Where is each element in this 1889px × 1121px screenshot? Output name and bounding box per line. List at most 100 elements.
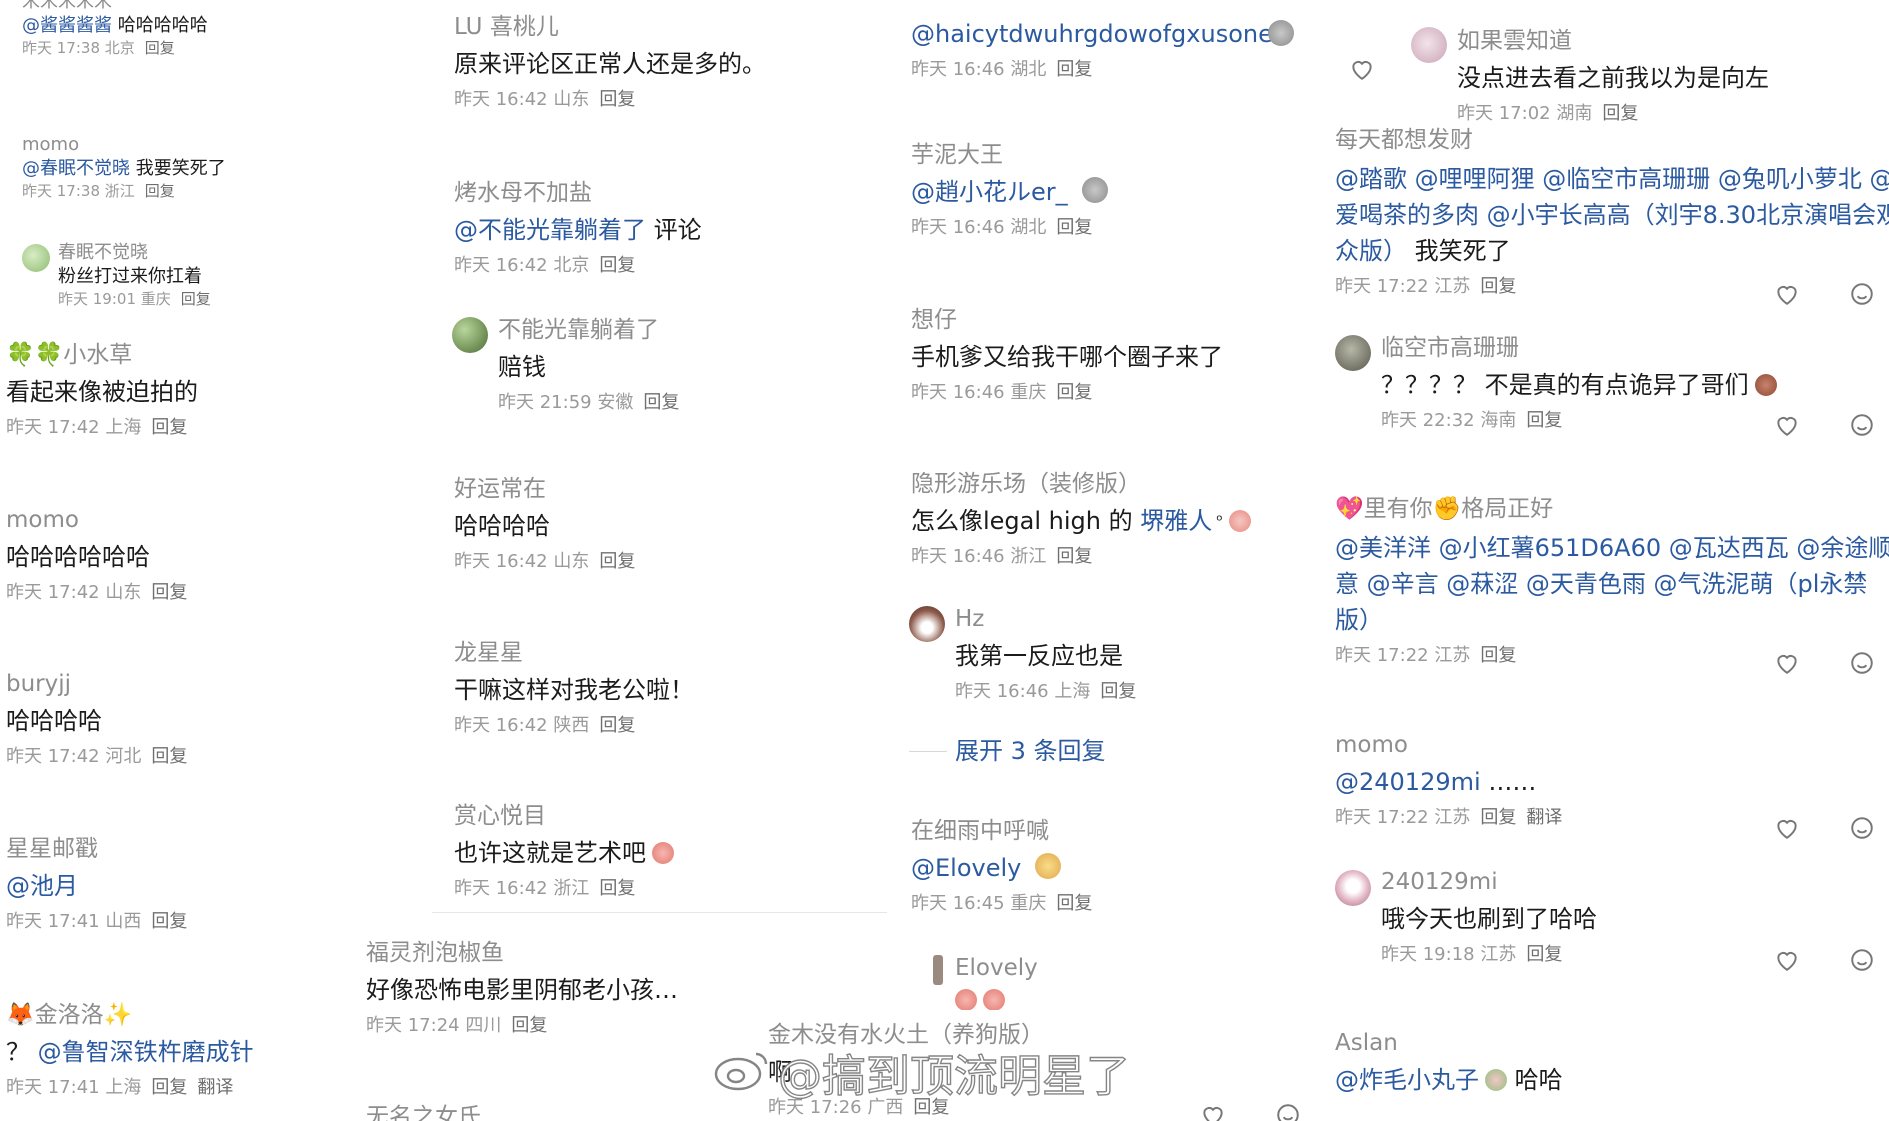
comment-emoji-icon[interactable] bbox=[1849, 281, 1875, 307]
comment-username[interactable]: 隐形游乐场（装修版） bbox=[911, 469, 1251, 499]
translate-button[interactable]: 翻译 bbox=[197, 1077, 233, 1098]
comment-username[interactable]: 春眠不觉晓 bbox=[58, 241, 211, 265]
like-icon[interactable] bbox=[1774, 650, 1800, 676]
mention-link[interactable]: 堺雅人 bbox=[1140, 507, 1212, 535]
comment-username[interactable]: 💖里有你✊格局正好 bbox=[1335, 494, 1889, 524]
comment-time-location: 昨天 16:42 浙江 bbox=[454, 878, 590, 899]
reply-button[interactable]: 回复 bbox=[1056, 217, 1092, 238]
avatar[interactable] bbox=[933, 955, 943, 985]
mention-link[interactable]: @酱酱酱酱 bbox=[22, 15, 112, 36]
comment-text: 赔钱 bbox=[498, 353, 546, 381]
comment-username[interactable]: 🍀🍀小水草 bbox=[6, 340, 198, 370]
comment-username[interactable]: 不能光靠躺着了 bbox=[498, 315, 679, 345]
reply-button[interactable]: 回复 bbox=[511, 1015, 547, 1036]
reply-button[interactable]: 回复 bbox=[145, 39, 175, 57]
comment-text: 哈哈 bbox=[1514, 1066, 1563, 1094]
reply-button[interactable]: 回复 bbox=[151, 746, 187, 767]
avatar[interactable] bbox=[1411, 27, 1447, 63]
reply-button[interactable]: 回复 bbox=[1480, 276, 1516, 297]
reply-button[interactable]: 回复 bbox=[181, 290, 211, 308]
comment-username[interactable]: momo bbox=[6, 505, 187, 535]
comment-username[interactable]: LU 喜桃儿 bbox=[454, 12, 766, 42]
comment-username[interactable]: Hz bbox=[955, 604, 1136, 634]
like-icon[interactable] bbox=[1349, 56, 1375, 82]
comment-emoji-icon[interactable] bbox=[1849, 650, 1875, 676]
comment-username[interactable]: 芋泥大王 bbox=[911, 140, 1108, 170]
comment-username[interactable]: momo bbox=[22, 133, 226, 157]
mention-link[interactable]: @趙小花ルer_ bbox=[911, 178, 1068, 206]
reply-button[interactable]: 回复 bbox=[643, 392, 679, 413]
emoji-icon bbox=[652, 842, 674, 864]
reply-button[interactable]: 回复 bbox=[1056, 382, 1092, 403]
avatar[interactable] bbox=[1335, 870, 1371, 906]
comment-username[interactable]: 星星邮戳 bbox=[6, 834, 187, 864]
avatar[interactable] bbox=[22, 244, 50, 272]
reply-item: 临空市高珊珊 ？？？？ 不是真的有点诡异了哥们 昨天 22:32 海南 回复 bbox=[1381, 333, 1777, 433]
reply-button[interactable]: 回复 bbox=[1056, 893, 1092, 914]
mention-link[interactable]: @炸毛小丸子 bbox=[1335, 1066, 1479, 1094]
expand-replies-button[interactable]: 展开 3 条回复 bbox=[955, 735, 1106, 767]
comment-username[interactable]: 无名之女氏 bbox=[366, 1102, 481, 1121]
comment-username[interactable]: 每天都想发财 bbox=[1335, 125, 1889, 155]
reply-button[interactable]: 回复 bbox=[1602, 103, 1638, 122]
mention-link[interactable]: @haicytdwuhrgdowofgxusone bbox=[911, 18, 1273, 50]
comment-time-location: 昨天 16:46 浙江 bbox=[911, 546, 1047, 567]
comment-username[interactable]: 想仔 bbox=[911, 305, 1223, 335]
mention-link[interactable]: @池月 bbox=[6, 870, 187, 902]
reply-button[interactable]: 回复 bbox=[1526, 410, 1562, 431]
avatar[interactable] bbox=[452, 317, 488, 353]
reply-button[interactable]: 回复 bbox=[1480, 645, 1516, 666]
comment-username[interactable]: 福灵剂泡椒鱼 bbox=[366, 938, 678, 968]
like-icon[interactable] bbox=[1774, 281, 1800, 307]
comment-username[interactable]: Aslan bbox=[1335, 1028, 1563, 1058]
comment-emoji-icon[interactable] bbox=[1849, 947, 1875, 973]
reply-button[interactable]: 回复 bbox=[1526, 944, 1562, 965]
comment-username[interactable]: buryjj bbox=[6, 669, 187, 699]
mention-link[interactable]: @春眠不觉晓 bbox=[22, 158, 130, 179]
reply-button[interactable]: 回复 bbox=[151, 417, 187, 438]
reply-button[interactable]: 回复 bbox=[599, 89, 635, 110]
comment-username[interactable]: 🦊金洛洛✨ bbox=[6, 1000, 254, 1030]
mention-link[interactable]: @不能光靠躺着了 bbox=[454, 216, 646, 244]
comment-username[interactable]: momo bbox=[1335, 730, 1562, 760]
like-icon[interactable] bbox=[1200, 1102, 1226, 1121]
comment-username[interactable]: 好运常在 bbox=[454, 474, 635, 504]
comment-text: 怎么像legal high 的 bbox=[911, 507, 1133, 535]
comment-username[interactable]: 龙星星 bbox=[454, 638, 694, 668]
comment-username[interactable]: 赏心悦目 bbox=[454, 801, 674, 831]
reply-button[interactable]: 回复 bbox=[145, 182, 175, 200]
like-icon[interactable] bbox=[1774, 815, 1800, 841]
comment-username[interactable]: 米米米米米 bbox=[22, 0, 208, 14]
reply-button[interactable]: 回复 bbox=[1056, 59, 1092, 80]
comment-username[interactable]: 如果雲知道 bbox=[1457, 26, 1769, 56]
reply-button[interactable]: 回复 bbox=[151, 582, 187, 603]
reply-button[interactable]: 回复 bbox=[599, 715, 635, 736]
mention-link[interactable]: @美洋洋 @小红薯651D6A60 @瓦达西瓦 @余途顺意 @辛言 @菻涩 @天… bbox=[1335, 530, 1889, 638]
comment-emoji-icon[interactable] bbox=[1275, 1102, 1301, 1121]
comment-username[interactable]: 临空市高珊珊 bbox=[1381, 333, 1777, 363]
translate-button[interactable]: 翻译 bbox=[1526, 807, 1562, 828]
like-icon[interactable] bbox=[1774, 412, 1800, 438]
like-icon[interactable] bbox=[1774, 947, 1800, 973]
reply-button[interactable]: 回复 bbox=[1056, 546, 1092, 567]
reply-button[interactable]: 回复 bbox=[151, 911, 187, 932]
reply-button[interactable]: 回复 bbox=[151, 1077, 187, 1098]
comment-username[interactable]: 烤水母不加盐 bbox=[454, 178, 702, 208]
comment-username[interactable]: 240129mi bbox=[1381, 867, 1597, 897]
reply-button[interactable]: 回复 bbox=[1100, 681, 1136, 702]
reply-button[interactable]: 回复 bbox=[599, 255, 635, 276]
mention-link[interactable]: @240129mi bbox=[1335, 768, 1481, 796]
avatar[interactable] bbox=[1335, 335, 1371, 371]
comment-emoji-icon[interactable] bbox=[1849, 412, 1875, 438]
mention-link[interactable]: @鲁智深铁杵磨成针 bbox=[38, 1038, 254, 1066]
comment-username[interactable]: Elovely bbox=[955, 953, 1038, 983]
avatar[interactable] bbox=[909, 606, 945, 642]
comment-text: ？ bbox=[6, 1038, 30, 1066]
comment-emoji-icon[interactable] bbox=[1849, 815, 1875, 841]
comment-username[interactable]: 在细雨中呼喊 bbox=[911, 816, 1092, 846]
reply-button[interactable]: 回复 bbox=[599, 878, 635, 899]
reply-button[interactable]: 回复 bbox=[1480, 807, 1516, 828]
reply-item: 不能光靠躺着了 赔钱 昨天 21:59 安徽 回复 bbox=[498, 315, 679, 415]
mention-link[interactable]: @Elovely bbox=[911, 854, 1021, 882]
reply-button[interactable]: 回复 bbox=[599, 551, 635, 572]
